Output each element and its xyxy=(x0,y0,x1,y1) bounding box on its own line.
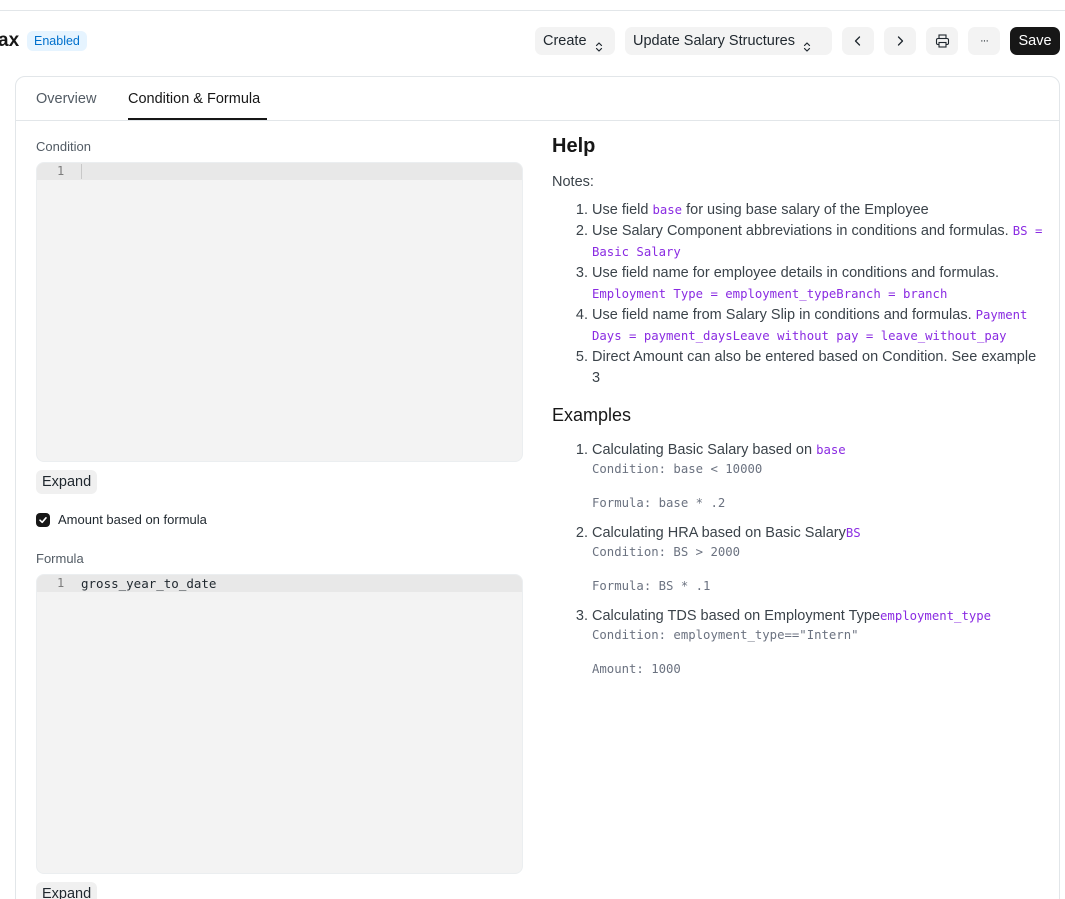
example-item: Calculating Basic Salary based on base C… xyxy=(592,440,1047,512)
note-item: Use field name for employee details in c… xyxy=(592,263,1047,305)
note-item: Use Salary Component abbreviations in co… xyxy=(592,221,1047,263)
formula-code: gross_year_to_date xyxy=(81,576,217,591)
chevron-right-icon xyxy=(897,36,904,46)
tab-overview[interactable]: Overview xyxy=(36,91,96,107)
more-options-button[interactable]: ··· xyxy=(968,27,1000,55)
line-number: 1 xyxy=(57,164,65,178)
notes-list: Use field base for using base salary of … xyxy=(552,200,1047,389)
formula-expand-button[interactable]: Expand xyxy=(36,882,98,899)
condition-expand-button[interactable]: Expand xyxy=(36,470,98,494)
condition-editor[interactable]: 1 xyxy=(36,162,523,462)
example-item: Calculating TDS based on Employment Type… xyxy=(592,606,1047,678)
line-number: 1 xyxy=(57,576,65,590)
form-card: Overview Condition & Formula Condition 1… xyxy=(15,76,1060,899)
previous-button[interactable] xyxy=(842,27,874,55)
example-item: Calculating HRA based on Basic SalaryBS … xyxy=(592,523,1047,595)
top-divider xyxy=(0,10,1065,11)
text-cursor xyxy=(81,164,82,179)
examples-title: Examples xyxy=(552,405,632,425)
amount-based-on-formula-checkbox[interactable] xyxy=(36,513,50,527)
chevron-up-down-icon xyxy=(803,35,811,52)
page-title: ax xyxy=(0,30,20,51)
chevron-left-icon xyxy=(854,36,861,46)
create-button-label: Create xyxy=(543,33,587,49)
formula-label: Formula xyxy=(36,551,84,566)
check-icon xyxy=(39,517,47,524)
note-item: Direct Amount can also be entered based … xyxy=(592,347,1047,389)
condition-label: Condition xyxy=(36,139,91,154)
notes-label: Notes: xyxy=(552,174,594,190)
chevron-up-down-icon xyxy=(595,35,603,52)
note-item: Use field base for using base salary of … xyxy=(592,200,1047,221)
examples-list: Calculating Basic Salary based on base C… xyxy=(552,440,1047,678)
ellipsis-icon: ··· xyxy=(980,35,989,47)
status-badge: Enabled xyxy=(27,31,87,51)
update-button-label: Update Salary Structures xyxy=(633,33,795,49)
next-button[interactable] xyxy=(884,27,916,55)
printer-icon xyxy=(935,34,949,48)
help-title: Help xyxy=(552,135,596,157)
tab-bar: Overview Condition & Formula xyxy=(16,77,1059,121)
update-salary-structures-button[interactable]: Update Salary Structures xyxy=(625,27,832,55)
tab-condition-formula[interactable]: Condition & Formula xyxy=(128,91,260,107)
help-panel: Help Notes: Use field base for using bas… xyxy=(552,135,1047,689)
active-line-highlight xyxy=(37,163,522,180)
active-tab-indicator xyxy=(128,118,267,120)
amount-based-on-formula-label: Amount based on formula xyxy=(58,512,207,527)
note-item: Use field name from Salary Slip in condi… xyxy=(592,305,1047,347)
print-button[interactable] xyxy=(926,27,958,55)
create-button[interactable]: Create xyxy=(535,27,615,55)
formula-editor[interactable]: 1 gross_year_to_date xyxy=(36,574,523,874)
save-button[interactable]: Save xyxy=(1010,27,1060,55)
